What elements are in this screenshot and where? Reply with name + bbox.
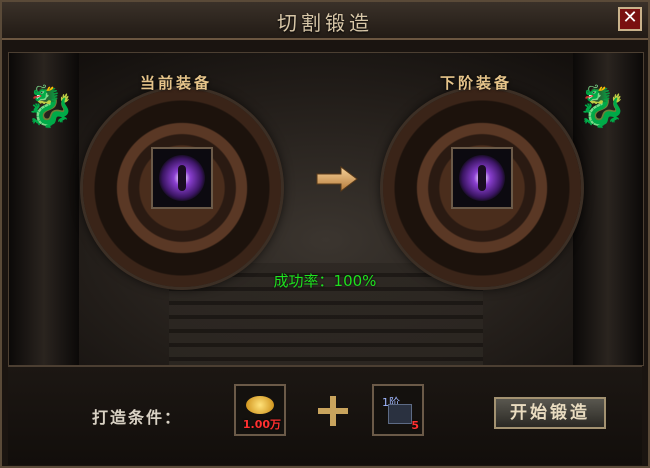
current-equipment-slot[interactable] (151, 147, 213, 209)
gold-icon (246, 396, 274, 414)
next-equipment-slot[interactable] (451, 147, 513, 209)
shard-requirement-slot[interactable]: 1阶 5 (372, 384, 424, 436)
dragon-decoration-right: 🐉 (577, 84, 627, 130)
title-bar: 切割锻造 ✕ (2, 2, 648, 40)
requirements-label: 打造条件： (92, 408, 183, 427)
close-icon: ✕ (622, 7, 638, 28)
plus-icon (318, 396, 348, 426)
gold-requirement-value: 1.00万 (242, 418, 281, 431)
shard-icon (388, 404, 412, 424)
forge-scene: 🐉 🐉 (8, 52, 644, 366)
current-equipment-label: 当前装备 (140, 74, 213, 92)
arrow-right-icon (316, 166, 358, 192)
equipment-icon (459, 155, 505, 201)
success-rate: 成功率：100% (273, 272, 377, 290)
equipment-icon (159, 155, 205, 201)
shard-count: 5 (411, 419, 419, 432)
gold-requirement-slot[interactable]: 1.00万 (234, 384, 286, 436)
next-equipment-label: 下阶装备 (440, 74, 513, 92)
window-title: 切割锻造 (277, 11, 373, 35)
dragon-decoration-left: 🐉 (25, 84, 75, 130)
close-button[interactable]: ✕ (618, 7, 642, 31)
forge-window: 切割锻造 ✕ 🐉 🐉 当前装备 下阶装备 成功率：100% 打造条件： 1.00… (0, 0, 650, 468)
start-forge-button[interactable]: 开始锻造 (494, 397, 606, 429)
